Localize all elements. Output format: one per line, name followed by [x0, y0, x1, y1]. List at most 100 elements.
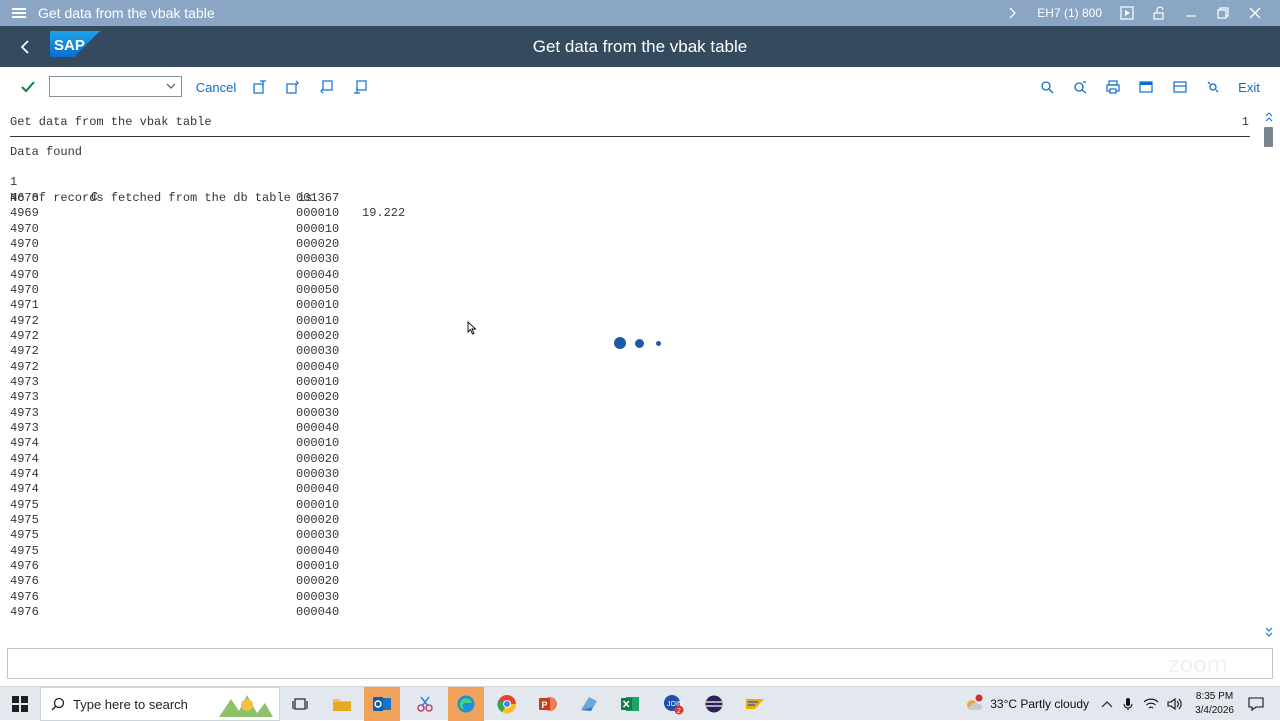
weather-icon[interactable] [964, 694, 984, 714]
enter-button[interactable] [16, 67, 40, 107]
vertical-scrollbar[interactable] [1262, 107, 1276, 642]
scrollbar-thumb[interactable] [1264, 127, 1273, 147]
layout-icon [1173, 81, 1187, 93]
row-document-number: 4975 [10, 512, 39, 527]
scroll-up-icon[interactable] [1264, 111, 1274, 123]
exit-button[interactable]: Exit [1236, 67, 1262, 107]
row-document-number: 4976 [10, 558, 39, 573]
row-item-number: 000020 [296, 390, 340, 405]
checkmark-icon [21, 81, 35, 93]
zoom-watermark: zoom [1168, 653, 1228, 678]
records-value: 19.222 [362, 206, 406, 220]
row-item-number: 000010 [296, 221, 340, 236]
row-document-number: 4974 [10, 482, 39, 497]
folder-icon [333, 699, 351, 711]
unlock-icon[interactable] [1152, 6, 1166, 20]
chevron-up-icon[interactable] [1101, 700, 1113, 708]
back-button[interactable] [0, 26, 50, 67]
search-placeholder: Type here to search [73, 696, 188, 712]
cancel-button[interactable]: Cancel [196, 67, 236, 107]
mouse-cursor-icon [467, 321, 477, 335]
minimize-icon[interactable] [1184, 6, 1198, 20]
last-page-icon [354, 80, 367, 94]
menu-icon[interactable] [0, 0, 38, 26]
busy-dot [635, 339, 644, 348]
microphone-icon[interactable] [1123, 697, 1133, 711]
taskbar-file-explorer[interactable] [324, 687, 360, 721]
logo-text: SAP [54, 37, 85, 54]
chrome-icon [497, 695, 517, 714]
restore-icon[interactable] [1216, 6, 1230, 20]
next-page-button[interactable] [316, 67, 336, 107]
previous-page-button[interactable] [283, 67, 303, 107]
settings-button[interactable] [1203, 67, 1223, 107]
title-bar: Get data from the vbak table EH7 (1) 800 [0, 0, 1280, 26]
taskbar-powerpoint[interactable]: P [530, 687, 566, 721]
find-next-button[interactable] [1070, 67, 1090, 107]
clock-date: 3/4/2026 [1195, 705, 1234, 716]
first-page-button[interactable] [250, 67, 270, 107]
find-button[interactable] [1037, 67, 1057, 107]
page-number: 1 [1241, 115, 1249, 129]
search-icon [51, 697, 65, 711]
snipping-tool-icon [417, 696, 433, 712]
taskbar-teams[interactable]: JOIN 2 [655, 687, 691, 721]
print-button[interactable] [1103, 67, 1123, 107]
chevron-right-icon[interactable] [1005, 6, 1019, 20]
scroll-down-icon[interactable] [1264, 625, 1274, 639]
taskbar-sap-logon[interactable] [737, 687, 773, 721]
summary-line: 1 C [10, 160, 310, 204]
row-document-number: 4970 [10, 267, 39, 282]
next-page-icon [320, 80, 333, 94]
notifications-icon[interactable] [1248, 697, 1264, 711]
close-icon[interactable] [1248, 6, 1262, 20]
row-item-number: 000030 [296, 466, 340, 481]
chevron-down-icon[interactable] [165, 80, 177, 92]
row-document-number: 4975 [10, 543, 39, 558]
taskbar-edge[interactable] [448, 687, 484, 721]
taskbar-outlook[interactable] [364, 687, 400, 721]
row-item-number: 000010 [296, 206, 340, 221]
start-button[interactable] [0, 687, 40, 721]
svg-text:P: P [542, 700, 548, 710]
taskbar-excel[interactable] [612, 687, 648, 721]
excel-icon [621, 697, 639, 711]
row-document-number: 4678 [10, 191, 39, 205]
taskbar-search[interactable]: Type here to search [40, 687, 280, 721]
task-view-button[interactable] [282, 687, 318, 721]
last-page-button[interactable] [350, 67, 370, 107]
row-item-number: 000010 [296, 298, 340, 313]
records-line: No of records fetched from the db table … [10, 176, 510, 220]
settings-icon [1207, 81, 1219, 93]
taskbar-chrome[interactable] [489, 687, 525, 721]
layout-button[interactable] [1170, 67, 1190, 107]
sap-logon-icon [746, 699, 764, 709]
busy-indicator [614, 336, 664, 350]
taskbar-snipping-tool[interactable] [407, 687, 443, 721]
play-icon[interactable] [1120, 6, 1134, 20]
search-icon [1041, 81, 1054, 94]
row-document-number: 4974 [10, 436, 39, 451]
row-item-number: 000040 [296, 604, 340, 619]
new-window-button[interactable] [1136, 67, 1156, 107]
row-document-number: 4976 [10, 574, 39, 589]
row-item-number: 000010 [296, 558, 340, 573]
row-document-number: 4976 [10, 604, 39, 619]
row-document-number: 4970 [10, 221, 39, 236]
row-item-number: 000030 [296, 589, 340, 604]
row-item-number: 000010 [296, 497, 340, 512]
taskbar-eclipse[interactable] [696, 687, 732, 721]
row-document-number: 4974 [10, 466, 39, 481]
weather-text[interactable]: 33°C Partly cloudy [990, 697, 1089, 711]
row-item-number: 000050 [296, 282, 340, 297]
taskbar-app[interactable] [571, 687, 607, 721]
previous-page-icon [286, 80, 299, 94]
row-item-number: 000020 [296, 451, 340, 466]
row-item-number: 000030 [296, 528, 340, 543]
wifi-icon[interactable] [1143, 697, 1159, 711]
command-field[interactable] [49, 76, 182, 97]
search-highlight-icon [219, 695, 273, 717]
clock[interactable]: 8:35 PM 3/4/2026 [1195, 690, 1234, 718]
row-document-number: 4973 [10, 420, 39, 435]
volume-icon[interactable] [1167, 697, 1183, 711]
